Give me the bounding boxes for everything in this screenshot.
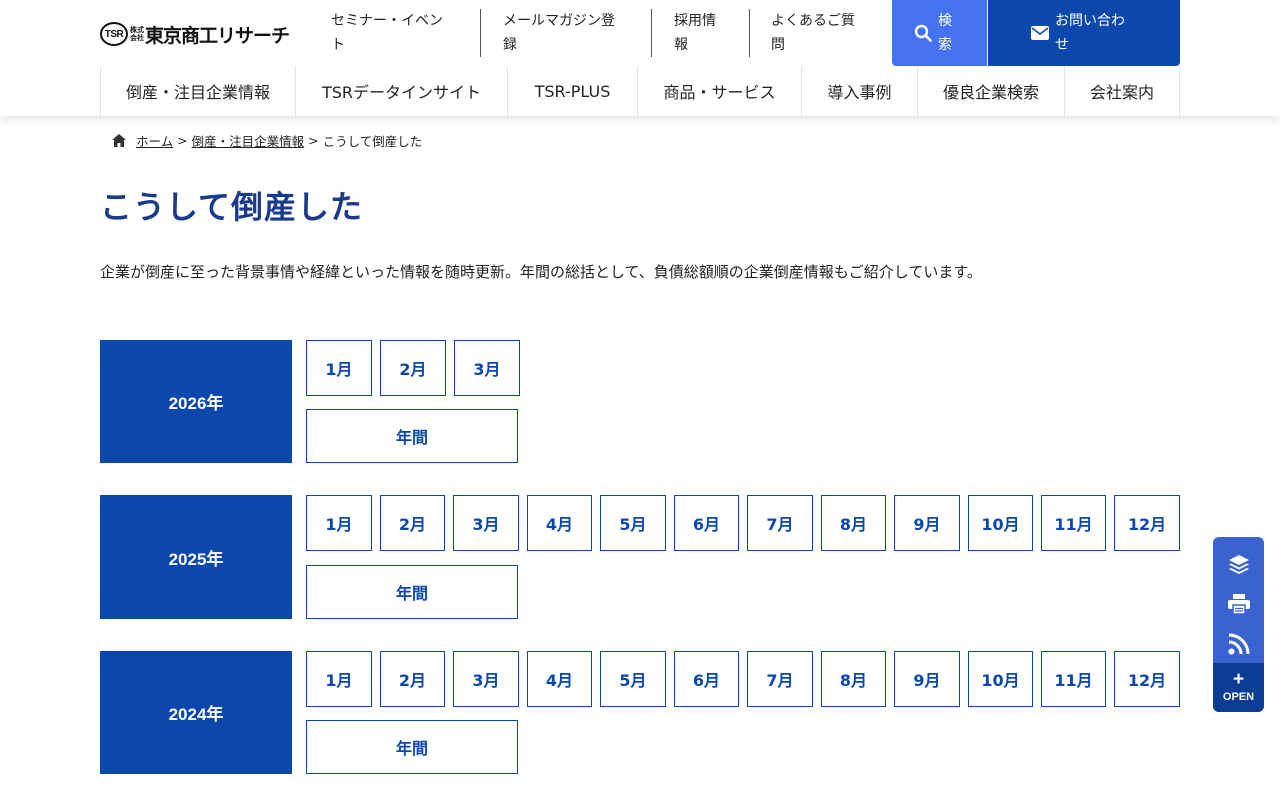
breadcrumb-separator: > <box>308 132 319 148</box>
breadcrumb-parent-link[interactable]: 倒産・注目企業情報 <box>192 131 305 150</box>
contact-label-line-2: せ <box>1055 37 1069 53</box>
month-button[interactable]: 6月 <box>674 651 739 707</box>
nav-item-case-studies[interactable]: 導入事例 <box>802 66 918 116</box>
month-button[interactable]: 3月 <box>453 651 519 707</box>
nav-item-products[interactable]: 商品・サービス <box>638 66 802 116</box>
site-logo[interactable]: TSR 株式 会社 東京商工リサーチ <box>100 21 290 47</box>
breadcrumb-separator: > <box>177 132 188 148</box>
nav-item-tsr-plus[interactable]: TSR-PLUS <box>508 66 638 116</box>
util-link-mailmagazine-line-2: 録 <box>503 37 517 53</box>
search-icon <box>914 24 932 42</box>
site-header: TSR 株式 会社 東京商工リサーチ セミナー・イベント メールマガジン登録 採… <box>0 0 1280 116</box>
util-link-faq-line-2: 問 <box>771 37 785 53</box>
month-button[interactable]: 1月 <box>306 340 372 396</box>
year-label: 2024年 <box>100 651 292 774</box>
printer-icon <box>1227 594 1250 614</box>
contact-button[interactable]: お問い合わせ <box>988 0 1180 66</box>
nav-item-bankruptcy[interactable]: 倒産・注目企業情報 <box>101 66 296 116</box>
nav-item-data-insight[interactable]: TSRデータインサイト <box>296 66 508 116</box>
annual-button[interactable]: 年間 <box>306 565 518 619</box>
year-label: 2025年 <box>100 495 292 619</box>
nav-item-company-search[interactable]: 優良企業検索 <box>918 66 1065 116</box>
util-link-seminar[interactable]: セミナー・イベント <box>331 9 443 57</box>
month-button[interactable]: 9月 <box>894 651 960 707</box>
util-divider <box>749 9 750 57</box>
month-button[interactable]: 2月 <box>380 495 445 551</box>
month-button[interactable]: 3月 <box>453 495 519 551</box>
contact-label-line-1: お問い合わ <box>1055 13 1125 29</box>
util-link-recruit[interactable]: 採用情報 <box>674 9 716 57</box>
month-button[interactable]: 11月 <box>1041 651 1106 707</box>
util-link-seminar-line-2: ト <box>331 37 345 53</box>
util-divider <box>480 9 481 57</box>
breadcrumb-home-link[interactable]: ホーム <box>136 131 173 150</box>
logo-company-name: 東京商工リサーチ <box>145 24 290 47</box>
rss-button[interactable] <box>1213 629 1264 659</box>
search-button[interactable]: 検索 <box>892 0 987 66</box>
tsr-logo-mark: TSR <box>100 22 128 46</box>
month-button[interactable]: 2月 <box>380 340 446 396</box>
layers-icon <box>1228 555 1249 574</box>
month-button[interactable]: 7月 <box>747 651 813 707</box>
util-link-mailmagazine-line-1: メールマガジン登 <box>503 13 615 29</box>
logo-small-line-2: 会社 <box>130 34 144 42</box>
month-button[interactable]: 5月 <box>600 651 666 707</box>
annual-button[interactable]: 年間 <box>306 720 518 774</box>
layers-button[interactable] <box>1213 549 1264 579</box>
month-button[interactable]: 9月 <box>894 495 960 551</box>
annual-button[interactable]: 年間 <box>306 409 518 463</box>
util-link-mailmagazine[interactable]: メールマガジン登録 <box>503 9 615 57</box>
month-button[interactable]: 10月 <box>968 495 1033 551</box>
util-link-seminar-line-1: セミナー・イベン <box>331 13 443 29</box>
envelope-icon <box>1031 26 1049 40</box>
page-lead: 企業が倒産に至った背景事情や経緯といった情報を随時更新。年間の総括として、負債総… <box>100 263 982 281</box>
global-nav: 倒産・注目企業情報 TSRデータインサイト TSR-PLUS 商品・サービス 導… <box>100 66 1180 116</box>
rss-icon <box>1228 633 1249 655</box>
print-button[interactable] <box>1213 589 1264 619</box>
month-button[interactable]: 11月 <box>1041 495 1106 551</box>
page-title: こうして倒産した <box>100 188 364 226</box>
plus-icon: + <box>1232 668 1245 690</box>
month-button[interactable]: 4月 <box>527 651 592 707</box>
util-link-recruit-line-2: 報 <box>674 37 688 53</box>
month-button[interactable]: 1月 <box>306 651 372 707</box>
month-button[interactable]: 3月 <box>454 340 520 396</box>
month-button[interactable]: 8月 <box>821 495 886 551</box>
util-link-faq-line-1: よくあるご質 <box>771 13 855 29</box>
month-button[interactable]: 12月 <box>1114 651 1180 707</box>
floating-tool-panel: + OPEN <box>1213 537 1264 712</box>
open-label: OPEN <box>1222 690 1255 703</box>
year-label: 2026年 <box>100 340 292 463</box>
open-panel-button[interactable]: + OPEN <box>1213 663 1264 712</box>
month-button[interactable]: 4月 <box>527 495 592 551</box>
util-link-recruit-line-1: 採用情 <box>674 13 716 29</box>
month-button[interactable]: 2月 <box>380 651 445 707</box>
util-divider <box>651 9 652 57</box>
breadcrumb-current: こうして倒産した <box>322 133 423 149</box>
home-icon[interactable] <box>112 133 126 147</box>
search-label-line-2: 索 <box>938 37 952 53</box>
month-button[interactable]: 7月 <box>747 495 813 551</box>
month-button[interactable]: 10月 <box>968 651 1033 707</box>
month-button[interactable]: 5月 <box>600 495 666 551</box>
logo-corp-type: 株式 会社 <box>130 26 144 42</box>
month-button[interactable]: 8月 <box>821 651 886 707</box>
search-label-line-1: 検 <box>938 13 952 29</box>
breadcrumb: ホーム > 倒産・注目企業情報 > こうして倒産した <box>112 131 422 149</box>
month-button[interactable]: 12月 <box>1114 495 1180 551</box>
nav-item-about[interactable]: 会社案内 <box>1065 66 1180 116</box>
logo-small-line-1: 株式 <box>130 26 144 34</box>
util-link-faq[interactable]: よくあるご質問 <box>771 9 855 57</box>
month-button[interactable]: 6月 <box>674 495 739 551</box>
month-button[interactable]: 1月 <box>306 495 372 551</box>
